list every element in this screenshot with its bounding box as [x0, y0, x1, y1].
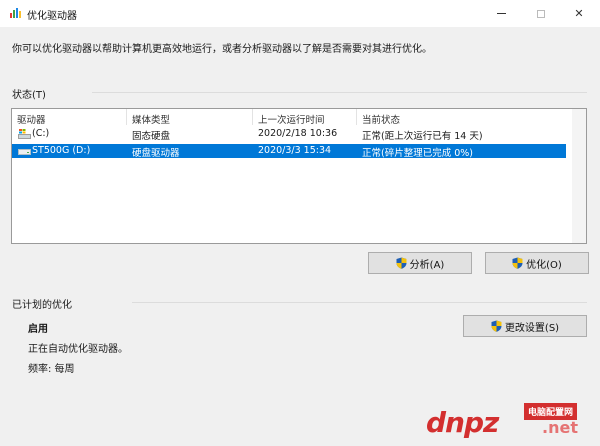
column-header-drive[interactable]: 驱动器 — [17, 112, 46, 126]
change-settings-button[interactable]: 更改设置(S) — [463, 315, 587, 337]
column-divider[interactable] — [126, 109, 127, 125]
uac-shield-icon — [512, 257, 523, 269]
status-group-divider — [92, 92, 587, 93]
drive-list-scrollbar[interactable] — [572, 109, 586, 243]
window-title: 优化驱动器 — [27, 11, 77, 22]
drive-last-run: 2020/3/3 15:34 — [258, 145, 332, 156]
close-button[interactable]: ✕ — [560, 0, 598, 27]
uac-shield-icon — [491, 320, 502, 332]
schedule-detail: 正在自动优化驱动器。 — [28, 344, 128, 355]
scheduled-group-divider — [132, 302, 587, 303]
title-bar: 优化驱动器 ✕ — [0, 0, 600, 27]
drive-row-d[interactable]: ST500G (D:) 硬盘驱动器 2020/3/3 15:34 正常(碎片整理… — [12, 144, 566, 159]
watermark-logo: dnpz 电脑配置网 .net — [424, 400, 594, 442]
maximize-button[interactable] — [522, 0, 560, 27]
schedule-frequency: 频率: 每周 — [28, 364, 75, 375]
drive-name: (C:) — [32, 128, 50, 139]
close-icon: ✕ — [574, 7, 584, 20]
change-settings-button-label: 更改设置(S) — [504, 322, 560, 334]
drive-list-header: 驱动器 媒体类型 上一次运行时间 当前状态 — [12, 109, 586, 126]
column-header-media[interactable]: 媒体类型 — [132, 112, 170, 126]
column-header-last-run[interactable]: 上一次运行时间 — [258, 112, 325, 126]
watermark-suffix: .net — [542, 418, 578, 437]
uac-shield-icon — [396, 257, 407, 269]
analyze-button[interactable]: 分析(A) — [368, 252, 472, 274]
optimize-button-label: 优化(O) — [526, 259, 562, 271]
analyze-button-label: 分析(A) — [409, 259, 445, 271]
optimize-button[interactable]: 优化(O) — [485, 252, 589, 274]
defrag-app-icon — [10, 8, 21, 18]
scheduled-group-label: 已计划的优化 — [12, 300, 72, 311]
column-divider[interactable] — [356, 109, 357, 125]
status-group-label: 状态(T) — [12, 90, 46, 101]
drive-last-run: 2020/2/18 10:36 — [258, 128, 338, 139]
drive-media-type: 硬盘驱动器 — [132, 148, 180, 159]
drive-row-c[interactable]: (C:) 固态硬盘 2020/2/18 10:36 正常(距上次运行已有 14 … — [12, 127, 566, 142]
description-text: 你可以优化驱动器以帮助计算机更高效地运行，或者分析驱动器以了解是否需要对其进行优… — [12, 44, 432, 55]
drive-status: 正常(距上次运行已有 14 天) — [362, 131, 483, 142]
drive-list[interactable]: 驱动器 媒体类型 上一次运行时间 当前状态 (C:) 固态硬盘 2020/2/1… — [11, 108, 587, 244]
schedule-state: 启用 — [28, 324, 48, 335]
column-divider[interactable] — [252, 109, 253, 125]
hard-drive-icon — [18, 149, 31, 155]
maximize-icon — [537, 9, 545, 18]
column-header-status[interactable]: 当前状态 — [362, 112, 400, 126]
minimize-button[interactable] — [482, 0, 520, 27]
watermark-logo-text: dnpz — [426, 406, 499, 439]
drive-name: ST500G (D:) — [32, 145, 91, 156]
windows-drive-icon — [18, 129, 31, 139]
drive-status: 正常(碎片整理已完成 0%) — [362, 148, 474, 159]
drive-media-type: 固态硬盘 — [132, 131, 171, 142]
minimize-icon — [496, 13, 506, 14]
